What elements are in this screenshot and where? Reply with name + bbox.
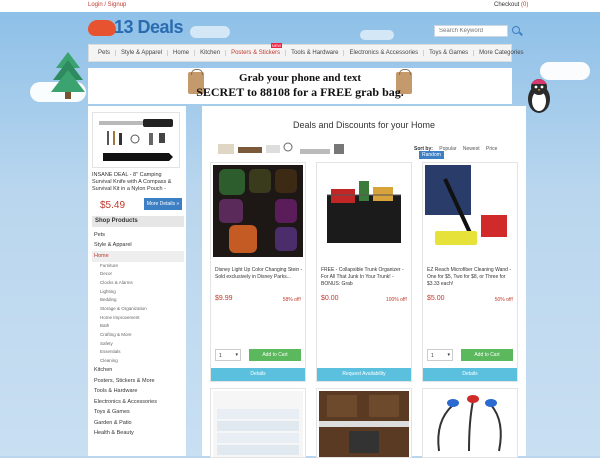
home-products-strip-icon	[218, 142, 344, 154]
subcategory-link[interactable]: Decor	[92, 270, 184, 279]
subcategory-link[interactable]: Bath	[92, 322, 184, 331]
discount-badge: 50% off!	[494, 297, 513, 303]
nav-item-posters-stickers[interactable]: Posters & Stickers NEW	[226, 43, 287, 56]
left-sidebar: INSANE DEAL - 8" Camping Survival Knife …	[88, 106, 186, 456]
product-card	[210, 388, 306, 458]
product-card	[316, 388, 412, 458]
category-link-home[interactable]: Home	[92, 251, 184, 262]
banner-line-2: SECRET to 88108 for a FREE grab bag.	[196, 85, 404, 99]
login-signup-link[interactable]: Login / Signup	[88, 2, 126, 8]
product-name[interactable]: Disney Light Up Color Changing Stein - S…	[215, 267, 303, 289]
add-to-cart-button[interactable]: Add to Cart	[461, 349, 513, 361]
nav-item-home[interactable]: Home	[168, 50, 196, 56]
search-icon[interactable]	[512, 26, 520, 34]
quantity-select[interactable]: 1	[215, 349, 241, 361]
subcategory-link[interactable]: Lighting	[92, 288, 184, 297]
product-image-flex-lights[interactable]	[425, 391, 515, 457]
details-button[interactable]: Details	[423, 368, 517, 381]
subcategory-link[interactable]: Clocks & Alarms	[92, 279, 184, 288]
main-content: Deals and Discounts for your Home Sort b…	[202, 106, 526, 458]
product-price: $0.00	[321, 295, 339, 302]
subcategory-link[interactable]: Crafting & More	[92, 331, 184, 340]
nav-item-more-categories[interactable]: More Categories	[474, 50, 528, 56]
checkout-link[interactable]: Checkout (0)	[494, 2, 528, 8]
subcategory-link[interactable]: Storage & Organization	[92, 305, 184, 314]
discount-badge: 100% off!	[385, 297, 407, 303]
category-link[interactable]: Tools & Hardware	[92, 387, 184, 398]
cloud-decoration	[360, 30, 394, 40]
discount-badge: 58% off!	[282, 297, 301, 303]
nav-item-kitchen[interactable]: Kitchen	[195, 50, 227, 56]
product-name[interactable]: EZ Reach Microfiber Cleaning Wand - One …	[427, 267, 515, 289]
product-name[interactable]: FREE - Collapsible Trunk Organizer - For…	[321, 267, 409, 289]
featured-product-title[interactable]: INSANE DEAL - 8" Camping Survival Knife …	[92, 172, 182, 193]
nav-item-pets[interactable]: Pets	[93, 50, 117, 56]
product-price: $5.00	[427, 295, 445, 302]
product-card: Disney Light Up Color Changing Stein - S…	[210, 162, 306, 382]
cart-count: (0)	[521, 2, 529, 8]
category-link[interactable]: Electronics & Accessories	[92, 397, 184, 408]
featured-product-price: $5.49	[100, 200, 126, 211]
request-availability-button[interactable]: Request Availability	[317, 368, 411, 381]
more-details-button[interactable]: More Details »	[144, 198, 182, 210]
subcategory-link[interactable]: Home Improvement	[92, 314, 184, 323]
nav-item-toys-games[interactable]: Toys & Games	[424, 50, 475, 56]
product-image-cleaning-wand[interactable]	[425, 165, 515, 257]
new-badge: NEW	[270, 43, 283, 48]
promo-banner[interactable]: Grab your phone and text SECRET to 88108…	[88, 68, 512, 104]
details-button[interactable]: Details	[211, 368, 305, 381]
product-card	[422, 388, 518, 458]
product-price: $9.99	[215, 295, 233, 302]
category-link[interactable]: Posters, Stickers & More	[92, 376, 184, 387]
subcategory-link[interactable]: Furniture	[92, 262, 184, 271]
category-link[interactable]: Style & Apparel	[92, 241, 184, 252]
site-logo[interactable]: 13 Deals	[88, 17, 198, 39]
product-image-trunk-organizer[interactable]	[319, 165, 409, 257]
sort-price[interactable]: Price	[486, 146, 497, 152]
product-image-towels[interactable]	[213, 391, 303, 457]
category-list: Pets Style & Apparel Home Furniture Deco…	[92, 230, 184, 439]
category-link[interactable]: Health & Beauty	[92, 429, 184, 440]
sort-random[interactable]: Random	[419, 151, 444, 159]
search-input[interactable]	[434, 25, 508, 37]
subcategory-link[interactable]: Bedding	[92, 296, 184, 305]
quantity-select[interactable]: 1	[427, 349, 453, 361]
add-to-cart-button[interactable]: Add to Cart	[249, 349, 301, 361]
shop-products-heading: Shop Products	[92, 216, 184, 227]
subcategory-link[interactable]: Essentials	[92, 348, 184, 357]
nav-item-electronics[interactable]: Electronics & Accessories	[344, 50, 425, 56]
sort-bar: Sort by: Popular Newest Price Random	[414, 146, 526, 159]
category-nav: Pets Style & Apparel Home Kitchen Poster…	[88, 43, 524, 62]
knife-kit-icon	[99, 119, 173, 161]
nav-item-style-apparel[interactable]: Style & Apparel	[116, 50, 169, 56]
product-card: FREE - Collapsible Trunk Organizer - For…	[316, 162, 412, 382]
category-link[interactable]: Kitchen	[92, 366, 184, 377]
nav-item-tools-hardware[interactable]: Tools & Hardware	[286, 50, 345, 56]
category-link[interactable]: Garden & Patio	[92, 418, 184, 429]
top-bar: Login / Signup Checkout (0)	[0, 0, 600, 12]
product-image-stein[interactable]	[213, 165, 303, 257]
product-card: EZ Reach Microfiber Cleaning Wand - One …	[422, 162, 518, 382]
subcategory-link[interactable]: Cleaning	[92, 357, 184, 366]
category-link[interactable]: Pets	[92, 230, 184, 241]
subcategory-link[interactable]: Safety	[92, 340, 184, 349]
featured-product-image[interactable]	[92, 112, 180, 168]
product-image-kitchen[interactable]	[319, 391, 409, 457]
banner-line-1: Grab your phone and text	[238, 72, 362, 84]
penguin-icon	[528, 79, 550, 113]
category-link[interactable]: Toys & Games	[92, 408, 184, 419]
christmas-tree-icon	[51, 52, 85, 99]
page-title: Deals and Discounts for your Home	[292, 120, 436, 130]
checkout-label: Checkout	[494, 2, 520, 8]
logo-text: 13 Deals	[114, 17, 184, 37]
sort-newest[interactable]: Newest	[463, 146, 480, 152]
nav-item-label: Posters & Stickers	[231, 50, 281, 56]
logo-mark-icon	[88, 20, 116, 36]
